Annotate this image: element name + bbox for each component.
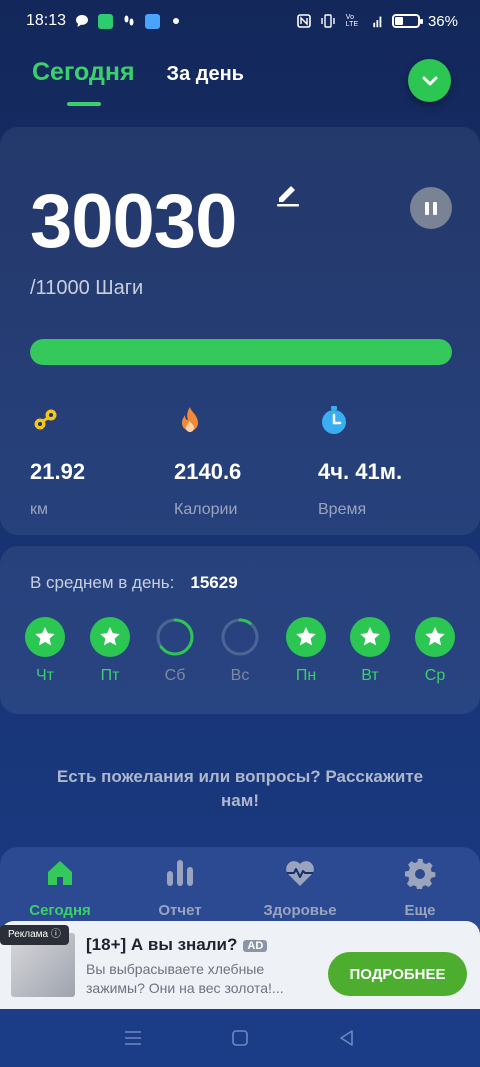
nav-health[interactable]: Здоровье: [250, 857, 350, 919]
day-item[interactable]: Ср: [413, 617, 457, 685]
daily-average-row: В среднем в день: 15629: [30, 573, 238, 593]
day-item[interactable]: Вс: [218, 617, 262, 685]
signal-icon: [368, 13, 384, 29]
stat-calories: 2140.6 Калории: [174, 404, 314, 519]
footsteps-icon: [121, 13, 137, 29]
ad-title-text: [18+] А вы знали?: [86, 935, 238, 954]
day-item[interactable]: Пт: [88, 617, 132, 685]
edit-steps-button[interactable]: [272, 178, 304, 210]
stopwatch-icon: [322, 406, 346, 434]
gear-icon: [404, 858, 436, 891]
stat-label: Калории: [174, 501, 238, 518]
chat-icon: [74, 13, 90, 29]
goal-star-icon: [286, 617, 326, 657]
nav-report[interactable]: Отчет: [130, 857, 230, 919]
header-tabs: Сегодня За день: [32, 58, 244, 87]
steps-progress-fill: [30, 339, 452, 365]
goal-star-icon: [350, 617, 390, 657]
stat-value: 21.92: [30, 459, 86, 484]
chevron-down-icon: [422, 76, 437, 85]
stat-value: 2140.6: [174, 459, 242, 484]
tab-per-day[interactable]: За день: [167, 63, 244, 86]
battery-icon: [391, 14, 423, 28]
daily-average-label: В среднем в день:: [30, 573, 175, 592]
ad-label-text: Реклама: [8, 929, 49, 940]
heart-pulse-icon: [286, 861, 314, 886]
nav-label: Сегодня: [29, 902, 91, 919]
ad-body: Вы выбрасываете хлебные зажимы? Они на в…: [86, 961, 284, 996]
day-item[interactable]: Пн: [284, 617, 328, 685]
more-notifications-icon: [168, 13, 184, 29]
stat-label: км: [30, 501, 48, 518]
ad-badge: AD: [243, 939, 268, 952]
system-navigation-bar: [0, 1009, 480, 1067]
stat-distance: 21.92 км: [30, 404, 170, 519]
day-label: Вт: [361, 667, 379, 684]
app-notification-icon: [98, 13, 114, 29]
back-icon[interactable]: [338, 1029, 356, 1047]
status-bar: 18:13 Vo LTE 36%: [0, 0, 480, 42]
home-icon: [48, 861, 72, 885]
vibrate-icon: [320, 13, 336, 29]
nav-label: Еще: [404, 902, 436, 919]
progress-ring-icon: [220, 617, 260, 657]
day-label: Ср: [424, 667, 446, 684]
steps-progress-bar: [30, 339, 452, 365]
nav-more[interactable]: Еще: [370, 857, 470, 919]
active-tab-indicator: [67, 102, 101, 106]
nfc-icon: [296, 13, 312, 29]
goal-star-icon: [25, 617, 65, 657]
menu-icon[interactable]: [124, 1029, 142, 1047]
stat-label: Время: [318, 501, 367, 518]
pause-icon: [425, 201, 429, 215]
info-icon: ⓘ: [50, 929, 61, 940]
day-item[interactable]: Сб: [153, 617, 197, 685]
battery-percent: 36%: [427, 12, 458, 30]
day-label: Пт: [100, 667, 120, 684]
pause-button[interactable]: [410, 187, 452, 229]
steps-goal: /11000 Шаги: [30, 277, 144, 299]
goal-star-icon: [90, 617, 130, 657]
nav-label: Здоровье: [263, 902, 337, 919]
status-time: 18:13: [26, 12, 67, 29]
ad-title[interactable]: [18+] А вы знали? AD: [86, 935, 268, 955]
stat-value: 4ч. 41м.: [318, 459, 403, 484]
distance-icon: [34, 409, 57, 430]
goal-star-icon: [415, 617, 455, 657]
day-label: Чт: [36, 667, 54, 684]
home-square-icon[interactable]: [231, 1029, 249, 1047]
tab-today[interactable]: Сегодня: [32, 58, 135, 87]
ad-label: Реклама ⓘ: [0, 925, 69, 945]
daily-average-value: 15629: [190, 573, 238, 592]
day-label: Вс: [230, 667, 250, 684]
flame-icon: [182, 407, 198, 432]
day-item[interactable]: Чт: [23, 617, 67, 685]
volte-icon: Vo LTE: [345, 14, 359, 28]
nav-today[interactable]: Сегодня: [10, 857, 110, 919]
pencil-icon: [277, 186, 299, 207]
steps-count: 30030: [30, 179, 237, 264]
stat-time: 4ч. 41м. Время: [318, 404, 458, 519]
progress-ring-icon: [155, 617, 195, 657]
nav-label: Отчет: [158, 902, 202, 919]
expand-button[interactable]: [408, 59, 451, 102]
app-notification-icon-2: [145, 13, 161, 29]
feedback-link[interactable]: Есть пожелания или вопросы? Расскажите н…: [40, 765, 440, 813]
bar-chart-icon: [167, 860, 193, 886]
ad-cta-button[interactable]: ПОДРОБНЕЕ: [328, 952, 467, 996]
day-label: Пн: [295, 667, 317, 684]
day-item[interactable]: Вт: [348, 617, 392, 685]
day-label: Сб: [164, 667, 186, 684]
